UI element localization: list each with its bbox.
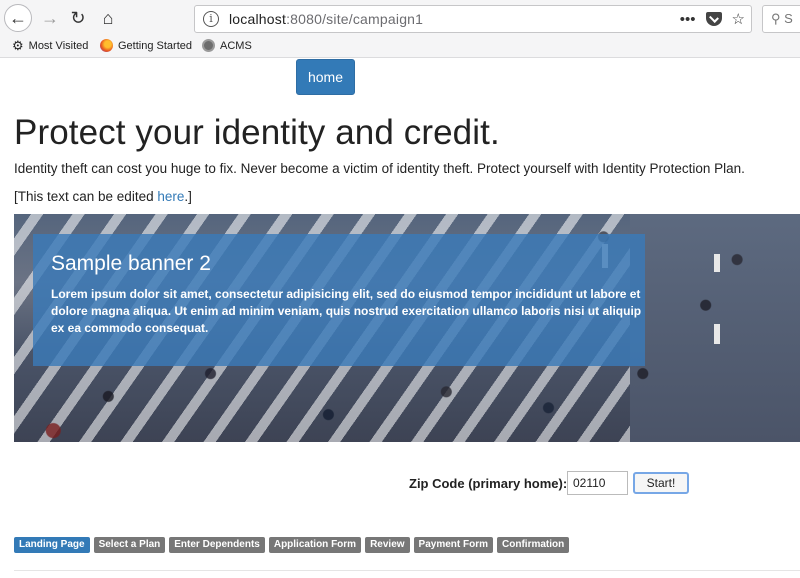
gear-icon: ⚙ <box>12 38 24 53</box>
url-host: localhost <box>229 11 287 27</box>
info-icon[interactable]: i <box>203 11 219 27</box>
step-application-form: Application Form <box>268 537 362 553</box>
zip-code-label: Zip Code (primary home): <box>409 476 568 491</box>
search-bar[interactable]: ⚲ S <box>762 5 800 33</box>
edit-note-prefix: [This text can be edited <box>14 189 158 204</box>
bookmark-label: ACMS <box>220 39 252 52</box>
globe-icon <box>202 39 215 52</box>
step-enter-dependents: Enter Dependents <box>169 537 265 553</box>
banner-text: Lorem ipsum dolor sit amet, consectetur … <box>51 287 642 335</box>
home-icon[interactable]: ⌂ <box>94 4 122 32</box>
page-title: Protect your identity and credit. <box>14 113 500 152</box>
step-landing-page: Landing Page <box>14 537 90 553</box>
intro-text: Identity theft can cost you huge to fix.… <box>14 161 745 176</box>
bookmark-getting-started[interactable]: Getting Started <box>100 39 192 52</box>
edit-here-link[interactable]: here <box>157 189 184 204</box>
home-button[interactable]: home <box>296 59 355 95</box>
bookmark-star-icon[interactable]: ☆ <box>732 10 745 28</box>
search-placeholder: S <box>784 11 793 26</box>
step-confirmation: Confirmation <box>497 537 570 553</box>
browser-toolbar: ← → ↻ ⌂ i localhost:8080/site/campaign1 … <box>0 0 800 36</box>
step-select-plan: Select a Plan <box>93 537 166 553</box>
bookmark-label: Getting Started <box>118 39 192 52</box>
divider <box>14 570 800 571</box>
url-bar[interactable]: i localhost:8080/site/campaign1 ••• ☆ <box>194 5 752 33</box>
edit-note: [This text can be edited here.] <box>14 189 192 204</box>
bookmarks-bar: ⚙ Most Visited Getting Started ACMS <box>0 36 800 58</box>
zip-code-input[interactable] <box>567 471 628 495</box>
bookmark-acms[interactable]: ACMS <box>202 39 252 52</box>
progress-steps: Landing Page Select a Plan Enter Depende… <box>14 537 570 553</box>
banner-image: Sample banner 2 Lorem ipsum dolor sit am… <box>14 214 800 442</box>
firefox-icon <box>100 39 113 52</box>
forward-arrow-icon[interactable]: → <box>36 4 64 32</box>
step-review: Review <box>365 537 410 553</box>
url-text[interactable]: localhost:8080/site/campaign1 <box>229 11 423 27</box>
more-actions-icon[interactable]: ••• <box>680 11 696 28</box>
url-actions: ••• ☆ <box>680 10 745 29</box>
search-icon: ⚲ <box>771 11 781 26</box>
back-arrow-icon[interactable]: ← <box>4 4 32 32</box>
edit-note-suffix: .] <box>184 189 192 204</box>
banner-caption-box: Sample banner 2 Lorem ipsum dolor sit am… <box>33 234 645 366</box>
bookmark-label: Most Visited <box>28 40 89 52</box>
reload-icon[interactable]: ↻ <box>64 4 92 32</box>
pocket-icon[interactable] <box>705 12 722 26</box>
start-button[interactable]: Start! <box>633 472 689 494</box>
bookmark-most-visited[interactable]: ⚙ Most Visited <box>12 39 88 53</box>
url-path: :8080/site/campaign1 <box>286 11 424 27</box>
banner-title: Sample banner 2 <box>51 252 211 275</box>
step-payment-form: Payment Form <box>413 537 494 553</box>
